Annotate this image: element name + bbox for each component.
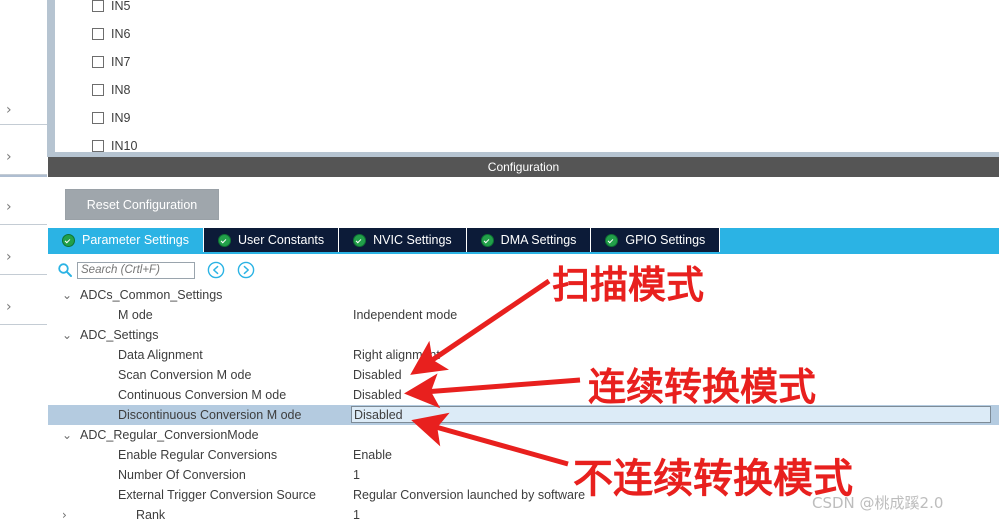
tab-label: GPIO Settings [625,233,706,247]
tree-item-value[interactable]: Disabled [353,388,402,402]
list-item[interactable]: IN5 [92,0,130,19]
chevron-right-icon[interactable]: › [6,103,12,117]
annotation-label-continuous-mode: 连续转换模式 [588,365,817,409]
left-strip-divider [0,224,47,225]
left-strip-accent [0,175,47,177]
chevron-down-icon[interactable]: ⌄ [62,429,72,441]
green-check-icon [353,233,367,247]
green-check-icon [218,233,231,247]
tree-item-label: External Trigger Conversion Source [118,488,317,502]
tabstrip-underline [48,252,999,254]
settings-tabstrip: Parameter Settings User Constants NVIC S… [48,228,999,252]
tree-item-value[interactable]: Enable [353,448,392,462]
tab-nvic-settings[interactable]: NVIC Settings [339,228,467,252]
green-check-icon [605,233,619,247]
tree-group-adc-settings[interactable]: ⌄ ADC_Settings [48,325,999,345]
tree-item-value[interactable]: Independent mode [353,308,457,322]
tab-dma-settings[interactable]: DMA Settings [466,228,592,252]
list-item[interactable]: IN9 [92,105,130,131]
list-item-label: IN8 [111,83,131,97]
tab-label: NVIC Settings [373,233,452,247]
tree-item-value[interactable]: Disabled [353,368,402,382]
checkbox-in5[interactable] [92,0,104,12]
search-icon [57,262,73,278]
tree-item-enable-regular-conversions[interactable]: Enable Regular Conversions Enable [48,445,999,465]
checkbox-in6[interactable] [92,28,104,40]
list-item-label: IN7 [111,55,131,69]
configuration-titlebar: Configuration [48,157,999,177]
configuration-panel: Reset Configuration Parameter Settings U… [48,177,999,523]
left-strip-divider [0,274,47,275]
tree-item-label: Discontinuous Conversion M ode [118,408,302,422]
adc-channel-list-panel: IN5 IN6 IN7 IN8 IN9 IN10 [55,0,999,152]
tree-item-label: ADC_Regular_ConversionMode [80,428,259,442]
chevron-right-icon[interactable]: › [6,200,12,214]
tab-parameter-settings[interactable]: Parameter Settings [48,228,204,252]
tree-item-value[interactable]: 1 [353,468,360,482]
tree-item-label: Enable Regular Conversions [118,448,278,462]
list-item-label: IN5 [111,0,131,13]
annotation-label-scan-mode: 扫描模式 [552,263,705,307]
list-item[interactable]: IN7 [92,49,130,75]
tree-item-label: M ode [118,308,153,322]
watermark: CSDN @桃成蹊2.0 [812,494,944,512]
left-strip-divider [0,124,47,125]
tree-item-value[interactable]: Regular Conversion launched by software [353,488,585,502]
reset-configuration-button[interactable]: Reset Configuration [65,189,219,220]
green-check-icon [480,233,494,247]
tree-item-label: Data Alignment [118,348,203,362]
tab-label: User Constants [238,233,325,247]
chevron-down-icon[interactable]: ⌄ [62,289,72,301]
tree-item-label: Scan Conversion M ode [118,368,252,382]
tree-item-number-of-conversion[interactable]: Number Of Conversion 1 [48,465,999,485]
tree-item-data-alignment[interactable]: Data Alignment Right alignment [48,345,999,365]
left-strip-divider [0,324,47,325]
tree-item-label: Rank [136,508,166,522]
left-collapsed-tree-strip: › › › › › [0,0,47,523]
tree-item-value[interactable]: Right alignment [353,348,440,362]
chevron-right-icon[interactable]: › [6,300,12,314]
tree-item-label: ADC_Settings [80,328,159,342]
list-item-label: IN10 [111,139,138,152]
tree-item-scan-conversion-mode[interactable]: Scan Conversion M ode Disabled [48,365,999,385]
search-input[interactable] [77,261,195,279]
tree-item-mode[interactable]: M ode Independent mode [48,305,999,325]
chevron-right-icon[interactable]: › [62,509,67,521]
list-item[interactable]: IN8 [92,77,130,103]
tab-user-constants[interactable]: User Constants [204,228,340,252]
checkbox-in7[interactable] [92,56,104,68]
checkbox-in10[interactable] [92,140,104,152]
panel-vertical-divider [47,0,55,155]
tree-group-adcs-common-settings[interactable]: ⌄ ADCs_Common_Settings [48,285,999,305]
chevron-right-icon[interactable]: › [6,250,12,264]
circle-right-arrow-icon[interactable] [237,261,255,279]
tree-item-continuous-conversion-mode[interactable]: Continuous Conversion M ode Disabled [48,385,999,405]
chevron-down-icon[interactable]: ⌄ [62,329,72,341]
checkbox-in9[interactable] [92,112,104,124]
tree-group-adc-regular-conversionmode[interactable]: ⌄ ADC_Regular_ConversionMode [48,425,999,445]
tree-item-label: Continuous Conversion M ode [118,388,287,402]
list-item-label: IN6 [111,27,131,41]
chevron-right-icon[interactable]: › [6,150,12,164]
tree-item-discontinuous-conversion-mode[interactable]: Discontinuous Conversion M ode Disabled [48,405,999,425]
tab-label: Parameter Settings [82,233,189,247]
list-item[interactable]: IN10 [92,133,137,152]
tree-item-label: ADCs_Common_Settings [80,288,223,302]
annotation-label-discontinuous-mode: 不连续转换模式 [573,456,853,502]
green-check-icon [62,233,75,247]
tree-item-label: Number Of Conversion [118,468,246,482]
checkbox-in8[interactable] [92,84,104,96]
tree-item-value[interactable]: 1 [353,508,360,522]
search-toolbar [48,256,999,284]
list-item-label: IN9 [111,111,131,125]
tab-gpio-settings[interactable]: GPIO Settings [591,228,721,252]
circle-left-arrow-icon[interactable] [207,261,225,279]
list-item[interactable]: IN6 [92,21,130,47]
parameter-tree: ⌄ ADCs_Common_Settings M ode Independent… [48,285,999,523]
tab-label: DMA Settings [500,233,577,247]
